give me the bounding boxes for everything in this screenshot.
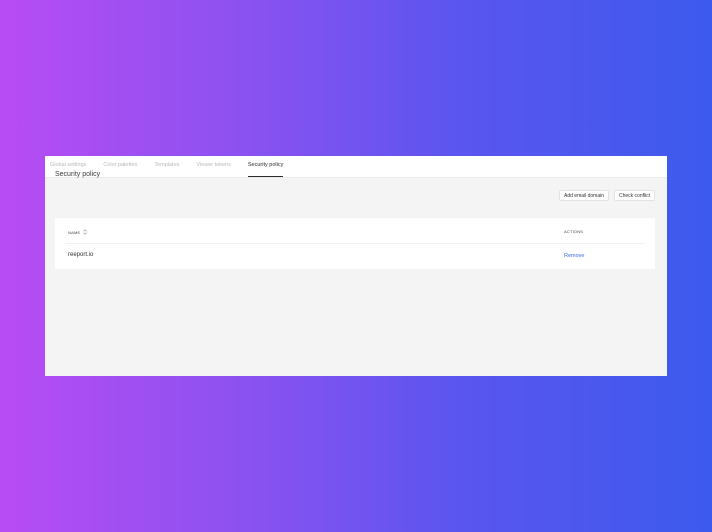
sort-icon[interactable] — [83, 229, 88, 235]
domain-name-cell: reeport.io — [68, 252, 94, 258]
check-conflict-button[interactable]: Check conflict — [614, 190, 656, 201]
tab-color-palettes[interactable]: Color palettes — [103, 156, 137, 177]
tab-security-policy[interactable]: Security policy — [247, 156, 284, 177]
tab-templates[interactable]: Templates — [154, 156, 179, 177]
column-header-actions: ACTIONS — [564, 229, 584, 234]
column-header-name[interactable]: NAME — [68, 229, 88, 235]
table-divider — [65, 243, 645, 244]
domain-table: NAME ACTIONS reeport.io Remove — [55, 218, 655, 269]
remove-link[interactable]: Remove — [564, 253, 584, 259]
tab-bar: Global settings Color palettes Templates… — [45, 156, 667, 178]
tab-viewer-tokens[interactable]: Viewer tokens — [196, 156, 230, 177]
app-window: Global settings Color palettes Templates… — [45, 156, 667, 376]
page-title: Security policy — [55, 171, 101, 178]
add-email-domain-button[interactable]: Add email domain — [559, 190, 610, 201]
column-header-name-label: NAME — [68, 229, 81, 235]
